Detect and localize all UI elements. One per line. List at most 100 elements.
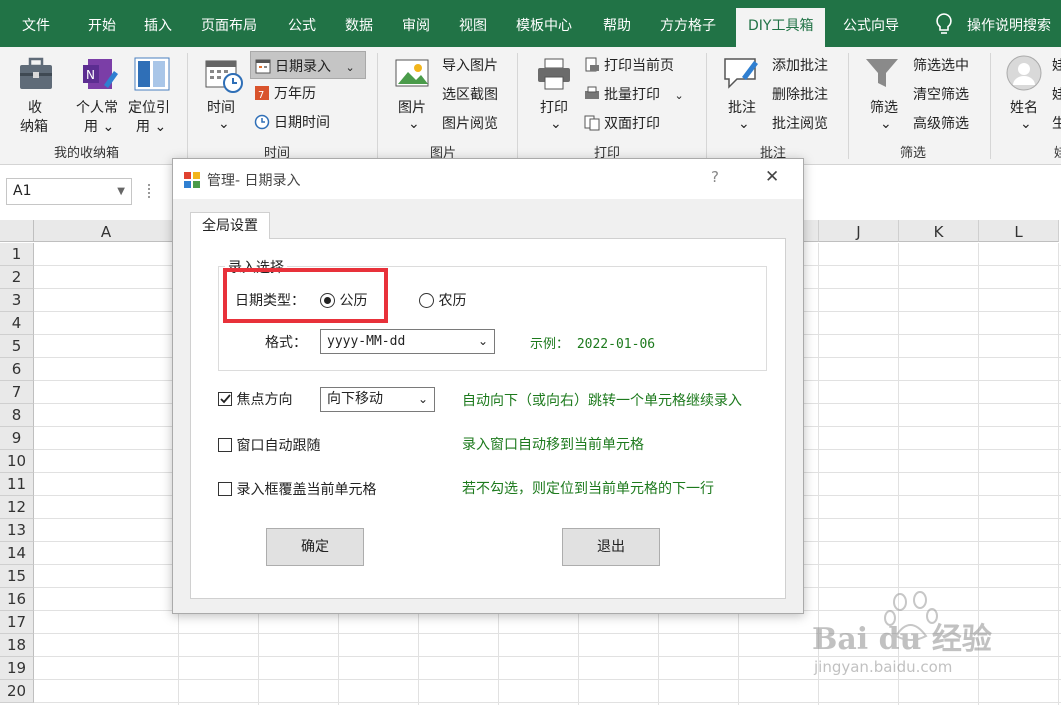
tab-global-settings[interactable]: 全局设置 xyxy=(190,212,270,239)
filter-button-label[interactable]: 筛选 xyxy=(870,97,898,117)
format-select[interactable]: yyyy-MM-dd ⌄ xyxy=(320,329,495,354)
column-header-l[interactable]: L xyxy=(979,220,1059,242)
column-header-k[interactable]: K xyxy=(899,220,979,242)
tab-view[interactable]: 视图 xyxy=(459,0,487,47)
focus-direction-checkbox[interactable]: 焦点方向 xyxy=(218,389,292,409)
locate-reference-label-1[interactable]: 定位引 xyxy=(128,97,170,117)
row-header[interactable]: 12 xyxy=(0,496,34,519)
chevron-down-icon[interactable]: ⌄ xyxy=(218,116,230,132)
row-header[interactable]: 9 xyxy=(0,427,34,450)
tab-help[interactable]: 帮助 xyxy=(603,0,631,47)
chevron-down-icon[interactable]: ⌄ xyxy=(880,116,892,132)
cut-off-item-1[interactable]: 娃 xyxy=(1052,55,1061,75)
area-screenshot-button[interactable]: 选区截图 xyxy=(442,84,498,104)
chevron-down-icon[interactable]: ⌄ xyxy=(408,116,420,132)
tab-template-center[interactable]: 模板中心 xyxy=(516,0,572,47)
row-header[interactable]: 13 xyxy=(0,519,34,542)
tab-file[interactable]: 文件 xyxy=(22,0,50,47)
window-follow-checkbox[interactable]: 窗口自动跟随 xyxy=(218,435,320,455)
filter-icon[interactable] xyxy=(864,55,900,95)
ok-button[interactable]: 确定 xyxy=(266,528,364,566)
storage-button-label-1[interactable]: 收 xyxy=(28,97,42,117)
batch-print-button[interactable]: 批量打印 ⌄ xyxy=(584,84,684,104)
delete-comment-button[interactable]: 删除批注 xyxy=(772,84,828,104)
tell-me-search[interactable]: 操作说明搜索 xyxy=(967,0,1051,47)
cut-off-item-2[interactable]: 娃 xyxy=(1052,84,1061,104)
import-picture-button[interactable]: 导入图片 xyxy=(442,55,498,75)
time-button-label[interactable]: 时间 xyxy=(207,97,235,117)
reference-icon[interactable] xyxy=(132,55,172,97)
row-header[interactable]: 18 xyxy=(0,634,34,657)
tab-insert[interactable]: 插入 xyxy=(144,0,172,47)
row-header[interactable]: 1 xyxy=(0,243,34,266)
picture-button-label[interactable]: 图片 xyxy=(398,97,426,117)
user-avatar-icon[interactable] xyxy=(1006,55,1042,95)
printer-icon[interactable] xyxy=(536,57,572,95)
tab-review[interactable]: 审阅 xyxy=(402,0,430,47)
chevron-down-icon[interactable]: ⌄ xyxy=(550,116,562,132)
tab-home[interactable]: 开始 xyxy=(88,0,116,47)
advanced-filter-button[interactable]: 高级筛选 xyxy=(913,113,969,133)
row-header[interactable]: 17 xyxy=(0,611,34,634)
row-header[interactable]: 15 xyxy=(0,565,34,588)
perpetual-calendar-button[interactable]: 7 万年历 xyxy=(254,83,316,103)
comment-icon[interactable] xyxy=(722,55,760,95)
storage-button-label-2[interactable]: 纳箱 xyxy=(20,116,48,136)
personal-common-label-2[interactable]: 用 ⌄ xyxy=(84,116,114,136)
lunar-radio[interactable]: 农历 xyxy=(419,290,466,310)
clear-filter-button[interactable]: 清空筛选 xyxy=(913,84,969,104)
cut-off-item-3[interactable]: 生 xyxy=(1052,113,1061,133)
tab-page-layout[interactable]: 页面布局 xyxy=(201,0,257,47)
tab-ffgz[interactable]: 方方格子 xyxy=(660,0,716,47)
row-header[interactable]: 3 xyxy=(0,289,34,312)
add-comment-button[interactable]: 添加批注 xyxy=(772,55,828,75)
row-header[interactable]: 14 xyxy=(0,542,34,565)
tab-formula-wizard[interactable]: 公式向导 xyxy=(843,0,899,47)
column-header-a[interactable]: A xyxy=(34,220,179,242)
onenote-icon[interactable]: N xyxy=(80,55,120,97)
name-box[interactable]: A1 ▼ xyxy=(6,178,132,205)
row-header[interactable]: 8 xyxy=(0,404,34,427)
row-header[interactable]: 6 xyxy=(0,358,34,381)
filter-selected-button[interactable]: 筛选选中 xyxy=(913,55,969,75)
gregorian-radio[interactable]: 公历 xyxy=(320,290,367,310)
locate-reference-label-2[interactable]: 用 ⌄ xyxy=(136,116,166,136)
calendar-clock-icon[interactable] xyxy=(204,57,244,97)
date-entry-button[interactable]: 日期录入 ⌄ xyxy=(250,51,366,79)
row-header[interactable]: 19 xyxy=(0,657,34,680)
row-header[interactable]: 11 xyxy=(0,473,34,496)
row-header[interactable]: 20 xyxy=(0,680,34,703)
help-button[interactable]: ? xyxy=(711,168,719,186)
duplex-print-button[interactable]: 双面打印 xyxy=(584,113,660,133)
dialog-titlebar[interactable]: 管理- 日期录入 ? ✕ xyxy=(173,159,803,199)
exit-button[interactable]: 退出 xyxy=(562,528,660,566)
picture-icon[interactable] xyxy=(394,56,432,96)
row-header[interactable]: 7 xyxy=(0,381,34,404)
print-button-label[interactable]: 打印 xyxy=(540,97,568,117)
name-box-value: A1 xyxy=(13,183,32,199)
row-header[interactable]: 16 xyxy=(0,588,34,611)
chevron-down-icon[interactable]: ⌄ xyxy=(1020,116,1032,132)
row-header[interactable]: 5 xyxy=(0,335,34,358)
select-all-corner[interactable] xyxy=(0,220,34,242)
picture-browse-button[interactable]: 图片阅览 xyxy=(442,113,498,133)
tab-formulas[interactable]: 公式 xyxy=(288,0,316,47)
chevron-down-icon[interactable]: ⌄ xyxy=(738,116,750,132)
name-button-label[interactable]: 姓名 xyxy=(1010,97,1038,117)
print-current-page-button[interactable]: 打印当前页 xyxy=(584,55,674,75)
tab-diy-toolbox[interactable]: DIY工具箱 xyxy=(736,8,826,47)
datetime-button[interactable]: 日期时间 xyxy=(254,112,330,132)
row-header[interactable]: 10 xyxy=(0,450,34,473)
toolbox-icon[interactable] xyxy=(16,55,56,97)
tab-data[interactable]: 数据 xyxy=(345,0,373,47)
cover-cell-checkbox[interactable]: 录入框覆盖当前单元格 xyxy=(218,479,376,499)
close-button[interactable]: ✕ xyxy=(765,167,779,187)
row-header[interactable]: 2 xyxy=(0,266,34,289)
personal-common-label-1[interactable]: 个人常 xyxy=(76,97,118,117)
focus-direction-select[interactable]: 向下移动 ⌄ xyxy=(320,387,435,412)
chevron-down-icon[interactable]: ▼ xyxy=(117,179,125,204)
comment-browse-button[interactable]: 批注阅览 xyxy=(772,113,828,133)
column-header-j[interactable]: J xyxy=(819,220,899,242)
row-header[interactable]: 4 xyxy=(0,312,34,335)
comment-button-label[interactable]: 批注 xyxy=(728,97,756,117)
